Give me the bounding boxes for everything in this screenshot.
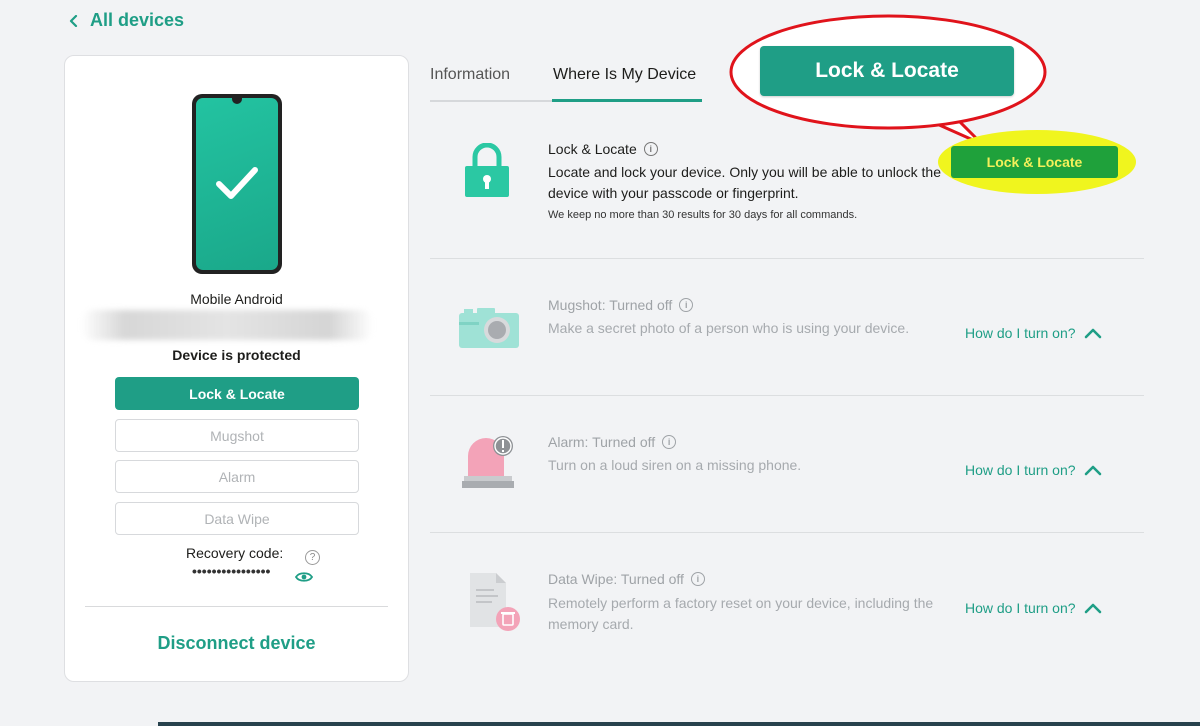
device-name: Mobile Android [190, 291, 283, 307]
data-wipe-how-to-link[interactable]: How do I turn on? [965, 600, 1102, 616]
recovery-code-value: •••••••••••••••• [192, 563, 271, 579]
lock-locate-note: We keep no more than 30 results for 30 d… [548, 209, 858, 221]
info-icon[interactable]: i [690, 572, 705, 586]
data-wipe-title: Data Wipe: Turned off i [548, 571, 705, 587]
tab-information[interactable]: Information [430, 66, 510, 84]
data-wipe-side-button[interactable]: Data Wipe [115, 502, 359, 535]
lock-locate-button[interactable]: Lock & Locate [951, 146, 1118, 178]
lock-locate-title-text: Lock & Locate [548, 141, 637, 157]
device-tabs: Information Where Is My Device [430, 62, 730, 102]
lock-locate-side-button[interactable]: Lock & Locate [115, 377, 359, 410]
chevron-left-icon [69, 14, 78, 27]
back-to-all-devices-link[interactable]: All devices [68, 10, 184, 31]
document-trash-icon [470, 573, 520, 631]
alarm-title: Alarm: Turned off i [548, 434, 677, 450]
eye-icon[interactable] [295, 571, 313, 583]
info-icon[interactable]: i [662, 435, 677, 449]
info-icon[interactable]: i [679, 298, 694, 312]
back-link-label: All devices [90, 10, 185, 30]
disconnect-device-link[interactable]: Disconnect device [65, 633, 408, 654]
row-divider [430, 395, 1144, 396]
data-wipe-description: Remotely perform a factory reset on your… [548, 595, 934, 632]
device-status: Device is protected [172, 347, 301, 363]
phone-image [192, 94, 282, 274]
alarm-how-to-link[interactable]: How do I turn on? [965, 462, 1102, 478]
chevron-up-icon [1084, 328, 1101, 338]
data-wipe-title-text: Data Wipe: Turned off [548, 571, 684, 587]
padlock-icon [465, 143, 509, 197]
mugshot-title-text: Mugshot: Turned off [548, 297, 673, 313]
lock-locate-title: Lock & Locate i [548, 141, 658, 157]
alarm-description: Turn on a loud siren on a missing phone. [548, 457, 802, 473]
blurred-device-id [81, 310, 373, 340]
mugshot-description: Make a secret photo of a person who is u… [548, 320, 910, 336]
annotation-lock-locate-button: Lock & Locate [760, 46, 1014, 96]
chevron-up-icon [1084, 603, 1101, 613]
data-wipe-how-to-label: How do I turn on? [965, 600, 1076, 616]
lock-locate-description: Locate and lock your device. Only you wi… [548, 164, 942, 201]
camera-icon [459, 308, 519, 348]
card-divider [85, 606, 388, 607]
tab-where-is-my-device[interactable]: Where Is My Device [553, 66, 696, 84]
recovery-code-label: Recovery code: [186, 545, 284, 561]
chevron-up-icon [1084, 465, 1101, 475]
row-divider [430, 258, 1144, 259]
device-card: Mobile Android Device is protected Lock … [64, 55, 409, 682]
bottom-edge-bar [158, 722, 1200, 726]
mugshot-title: Mugshot: Turned off i [548, 297, 694, 313]
mugshot-how-to-label: How do I turn on? [965, 325, 1076, 341]
alarm-side-button[interactable]: Alarm [115, 460, 359, 493]
row-divider [430, 532, 1144, 533]
mugshot-how-to-link[interactable]: How do I turn on? [965, 325, 1102, 341]
siren-icon [462, 436, 514, 488]
mugshot-side-button[interactable]: Mugshot [115, 419, 359, 452]
info-icon[interactable]: i [643, 142, 658, 156]
alarm-title-text: Alarm: Turned off [548, 434, 656, 450]
help-icon[interactable]: ? [305, 550, 320, 565]
alarm-how-to-label: How do I turn on? [965, 462, 1076, 478]
checkmark-icon [216, 167, 258, 199]
active-tab-indicator [552, 99, 702, 102]
